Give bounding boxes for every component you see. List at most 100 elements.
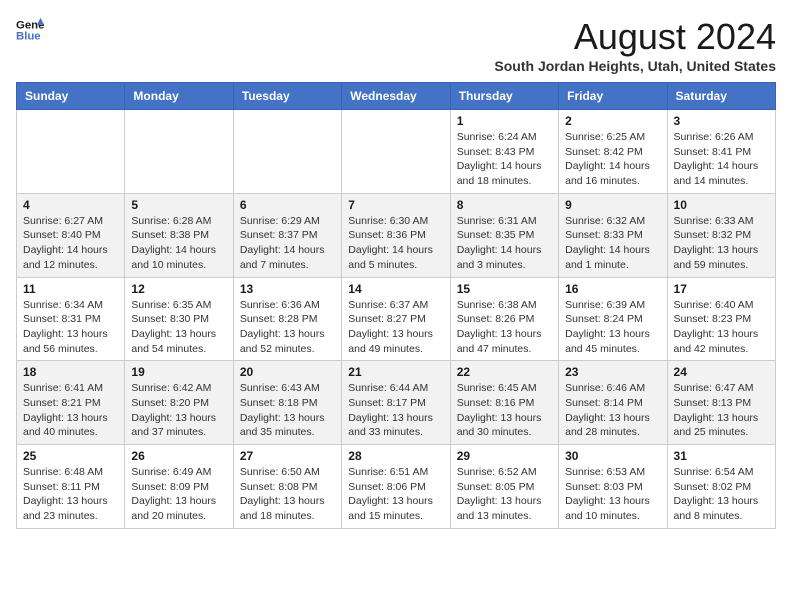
day-info: Sunrise: 6:32 AMSunset: 8:33 PMDaylight:…	[565, 214, 660, 273]
calendar-week-2: 4 Sunrise: 6:27 AMSunset: 8:40 PMDaylight…	[17, 193, 776, 277]
day-number: 12	[131, 282, 226, 296]
day-number: 11	[23, 282, 118, 296]
day-info: Sunrise: 6:48 AMSunset: 8:11 PMDaylight:…	[23, 465, 118, 524]
day-info: Sunrise: 6:43 AMSunset: 8:18 PMDaylight:…	[240, 381, 335, 440]
day-info: Sunrise: 6:54 AMSunset: 8:02 PMDaylight:…	[674, 465, 769, 524]
calendar-cell: 14Sunrise: 6:37 AMSunset: 8:27 PMDayligh…	[342, 277, 450, 361]
day-info: Sunrise: 6:46 AMSunset: 8:14 PMDaylight:…	[565, 381, 660, 440]
calendar-week-3: 11 Sunrise: 6:34 AMSunset: 8:31 PMDayligh…	[17, 277, 776, 361]
day-info: Sunrise: 6:34 AMSunset: 8:31 PMDaylight:…	[23, 298, 118, 357]
calendar-cell: 11 Sunrise: 6:34 AMSunset: 8:31 PMDayligh…	[17, 277, 125, 361]
calendar-cell: 12 Sunrise: 6:35 AMSunset: 8:30 PMDayligh…	[125, 277, 233, 361]
day-number: 24	[674, 365, 769, 379]
col-sunday: Sunday	[17, 83, 125, 110]
day-info: Sunrise: 6:39 AMSunset: 8:24 PMDaylight:…	[565, 298, 660, 357]
calendar-cell: 3 Sunrise: 6:26 AMSunset: 8:41 PMDaylight…	[667, 110, 775, 194]
day-number: 25	[23, 449, 118, 463]
day-number: 20	[240, 365, 335, 379]
col-monday: Monday	[125, 83, 233, 110]
calendar-cell: 28 Sunrise: 6:51 AMSunset: 8:06 PMDayligh…	[342, 445, 450, 529]
day-info: Sunrise: 6:35 AMSunset: 8:30 PMDaylight:…	[131, 298, 226, 357]
col-tuesday: Tuesday	[233, 83, 341, 110]
day-number: 14	[348, 282, 443, 296]
header-row: Sunday Monday Tuesday Wednesday Thursday…	[17, 83, 776, 110]
calendar-cell: 24Sunrise: 6:47 AMSunset: 8:13 PMDayligh…	[667, 361, 775, 445]
calendar-header: Sunday Monday Tuesday Wednesday Thursday…	[17, 83, 776, 110]
day-number: 2	[565, 114, 660, 128]
day-number: 29	[457, 449, 552, 463]
day-number: 21	[348, 365, 443, 379]
day-info: Sunrise: 6:36 AMSunset: 8:28 PMDaylight:…	[240, 298, 335, 357]
calendar-cell: 18 Sunrise: 6:41 AMSunset: 8:21 PMDayligh…	[17, 361, 125, 445]
day-info: Sunrise: 6:31 AMSunset: 8:35 PMDaylight:…	[457, 214, 552, 273]
calendar-cell: 7 Sunrise: 6:30 AMSunset: 8:36 PMDaylight…	[342, 193, 450, 277]
day-info: Sunrise: 6:33 AMSunset: 8:32 PMDaylight:…	[674, 214, 769, 273]
calendar-cell	[342, 110, 450, 194]
calendar-cell	[17, 110, 125, 194]
day-number: 27	[240, 449, 335, 463]
calendar-table: Sunday Monday Tuesday Wednesday Thursday…	[16, 82, 776, 529]
calendar-cell: 16 Sunrise: 6:39 AMSunset: 8:24 PMDayligh…	[559, 277, 667, 361]
day-number: 9	[565, 198, 660, 212]
svg-text:Blue: Blue	[16, 31, 41, 43]
day-number: 30	[565, 449, 660, 463]
col-friday: Friday	[559, 83, 667, 110]
day-number: 13	[240, 282, 335, 296]
day-info: Sunrise: 6:49 AMSunset: 8:09 PMDaylight:…	[131, 465, 226, 524]
page-header: General Blue August 2024 South Jordan He…	[16, 16, 776, 74]
calendar-cell: 23Sunrise: 6:46 AMSunset: 8:14 PMDayligh…	[559, 361, 667, 445]
day-info: Sunrise: 6:51 AMSunset: 8:06 PMDaylight:…	[348, 465, 443, 524]
calendar-cell: 22Sunrise: 6:45 AMSunset: 8:16 PMDayligh…	[450, 361, 558, 445]
col-wednesday: Wednesday	[342, 83, 450, 110]
calendar-cell: 27Sunrise: 6:50 AMSunset: 8:08 PMDayligh…	[233, 445, 341, 529]
calendar-cell: 5Sunrise: 6:28 AMSunset: 8:38 PMDaylight…	[125, 193, 233, 277]
day-number: 4	[23, 198, 118, 212]
day-info: Sunrise: 6:24 AMSunset: 8:43 PMDaylight:…	[457, 130, 552, 189]
day-number: 22	[457, 365, 552, 379]
day-info: Sunrise: 6:52 AMSunset: 8:05 PMDaylight:…	[457, 465, 552, 524]
title-section: August 2024 South Jordan Heights, Utah, …	[494, 16, 776, 74]
day-info: Sunrise: 6:41 AMSunset: 8:21 PMDaylight:…	[23, 381, 118, 440]
day-number: 3	[674, 114, 769, 128]
calendar-cell: 6Sunrise: 6:29 AMSunset: 8:37 PMDaylight…	[233, 193, 341, 277]
calendar-cell: 10Sunrise: 6:33 AMSunset: 8:32 PMDayligh…	[667, 193, 775, 277]
day-number: 16	[565, 282, 660, 296]
day-info: Sunrise: 6:42 AMSunset: 8:20 PMDaylight:…	[131, 381, 226, 440]
calendar-cell: 21 Sunrise: 6:44 AMSunset: 8:17 PMDayligh…	[342, 361, 450, 445]
calendar-cell: 30 Sunrise: 6:53 AMSunset: 8:03 PMDayligh…	[559, 445, 667, 529]
day-info: Sunrise: 6:27 AMSunset: 8:40 PMDaylight:…	[23, 214, 118, 273]
day-number: 1	[457, 114, 552, 128]
day-number: 26	[131, 449, 226, 463]
calendar-cell: 29 Sunrise: 6:52 AMSunset: 8:05 PMDayligh…	[450, 445, 558, 529]
col-saturday: Saturday	[667, 83, 775, 110]
logo-icon: General Blue	[16, 16, 44, 44]
day-number: 28	[348, 449, 443, 463]
day-number: 7	[348, 198, 443, 212]
day-number: 15	[457, 282, 552, 296]
calendar-cell: 9 Sunrise: 6:32 AMSunset: 8:33 PMDaylight…	[559, 193, 667, 277]
calendar-cell	[125, 110, 233, 194]
day-number: 5	[131, 198, 226, 212]
day-number: 17	[674, 282, 769, 296]
calendar-cell: 8 Sunrise: 6:31 AMSunset: 8:35 PMDaylight…	[450, 193, 558, 277]
day-number: 8	[457, 198, 552, 212]
day-number: 18	[23, 365, 118, 379]
calendar-cell: 26 Sunrise: 6:49 AMSunset: 8:09 PMDayligh…	[125, 445, 233, 529]
day-info: Sunrise: 6:44 AMSunset: 8:17 PMDaylight:…	[348, 381, 443, 440]
calendar-week-4: 18 Sunrise: 6:41 AMSunset: 8:21 PMDayligh…	[17, 361, 776, 445]
day-info: Sunrise: 6:40 AMSunset: 8:23 PMDaylight:…	[674, 298, 769, 357]
calendar-cell: 4 Sunrise: 6:27 AMSunset: 8:40 PMDaylight…	[17, 193, 125, 277]
calendar-body: 1 Sunrise: 6:24 AMSunset: 8:43 PMDaylight…	[17, 110, 776, 529]
col-thursday: Thursday	[450, 83, 558, 110]
calendar-cell: 2Sunrise: 6:25 AMSunset: 8:42 PMDaylight…	[559, 110, 667, 194]
day-info: Sunrise: 6:53 AMSunset: 8:03 PMDaylight:…	[565, 465, 660, 524]
day-info: Sunrise: 6:26 AMSunset: 8:41 PMDaylight:…	[674, 130, 769, 189]
day-info: Sunrise: 6:30 AMSunset: 8:36 PMDaylight:…	[348, 214, 443, 273]
calendar-week-1: 1 Sunrise: 6:24 AMSunset: 8:43 PMDaylight…	[17, 110, 776, 194]
calendar-cell: 1 Sunrise: 6:24 AMSunset: 8:43 PMDaylight…	[450, 110, 558, 194]
calendar-cell: 19 Sunrise: 6:42 AMSunset: 8:20 PMDayligh…	[125, 361, 233, 445]
calendar-cell: 15Sunrise: 6:38 AMSunset: 8:26 PMDayligh…	[450, 277, 558, 361]
day-number: 19	[131, 365, 226, 379]
month-year-title: August 2024	[494, 16, 776, 58]
day-number: 31	[674, 449, 769, 463]
